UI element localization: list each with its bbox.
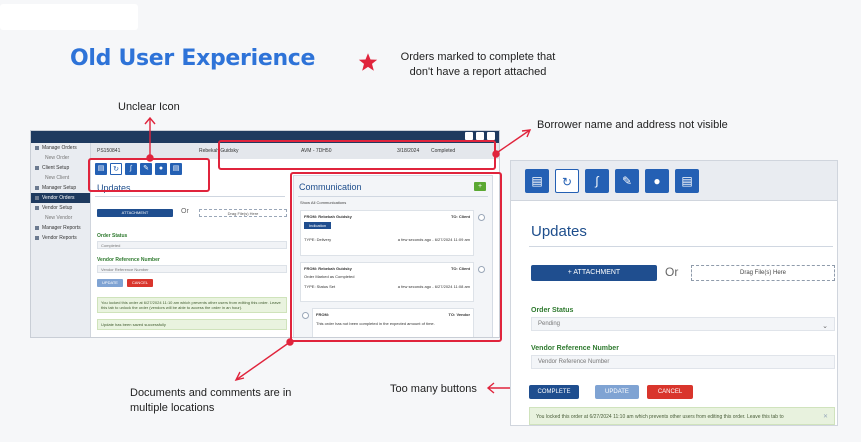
chevron-down-icon: ⌄ bbox=[822, 323, 828, 330]
wrench-icon bbox=[35, 206, 39, 210]
drop-zone[interactable]: Drag File(s) Here bbox=[199, 209, 287, 217]
tool-icon-row: ▤ ↻ ∫ ✎ ● ▤ bbox=[511, 161, 837, 201]
sidebar-item-client-setup[interactable]: Client Setup bbox=[31, 163, 90, 173]
cancel-button[interactable]: CANCEL bbox=[647, 385, 693, 399]
attachment-button[interactable]: + ATTACHMENT bbox=[531, 265, 657, 281]
lock-notice: You locked this order at 6/27/2024 11:10… bbox=[529, 407, 835, 425]
close-icon[interactable]: ✕ bbox=[823, 413, 828, 420]
or-label: Or bbox=[181, 208, 189, 215]
attachment-icon[interactable]: ∫ bbox=[585, 169, 609, 193]
document-icon[interactable]: ▤ bbox=[525, 169, 549, 193]
order-status-select[interactable]: Completed bbox=[97, 241, 287, 249]
order-status-label: Order Status bbox=[531, 307, 574, 314]
cancel-button[interactable]: CANCEL bbox=[127, 279, 153, 287]
annotation-unclear-icon: Unclear Icon bbox=[118, 101, 180, 113]
top-nav-actions bbox=[465, 132, 495, 140]
top-tab bbox=[0, 4, 138, 30]
or-label: Or bbox=[665, 265, 679, 279]
update-button[interactable]: UPDATE bbox=[97, 279, 123, 287]
list-icon bbox=[35, 146, 39, 150]
sidebar-item-manager-reports[interactable]: Manager Reports bbox=[31, 223, 90, 233]
star-note: Orders marked to complete that don't hav… bbox=[400, 51, 556, 78]
help-icon[interactable] bbox=[476, 132, 484, 140]
zoomed-updates-screenshot: ▤ ↻ ∫ ✎ ● ▤ Updates + ATTACHMENT Or Drag… bbox=[510, 160, 838, 426]
list-icon bbox=[35, 196, 39, 200]
order-status-select[interactable]: Pending ⌄ bbox=[531, 317, 835, 331]
success-notice: Update has been saved successfully bbox=[97, 319, 287, 330]
sidebar-item-vendor-reports[interactable]: Vendor Reports bbox=[31, 233, 90, 243]
report-icon bbox=[35, 236, 39, 240]
vendor-ref-input[interactable]: Vendor Reference Number bbox=[97, 265, 287, 273]
annotation-borrower: Borrower name and address not visible bbox=[537, 119, 728, 131]
divider bbox=[529, 246, 833, 247]
sidebar-item-vendor-setup[interactable]: Vendor Setup bbox=[31, 203, 90, 213]
notes-icon[interactable]: ▤ bbox=[675, 169, 699, 193]
sidebar-item-manager-setup[interactable]: Manager Setup bbox=[31, 183, 90, 193]
vendor-ref-label: Vendor Reference Number bbox=[531, 345, 619, 352]
edit-icon[interactable]: ✎ bbox=[615, 169, 639, 193]
update-button[interactable]: UPDATE bbox=[595, 385, 639, 399]
sidebar-item-new-order[interactable]: New Order bbox=[31, 153, 90, 163]
highlight-communication bbox=[290, 172, 502, 342]
order-number: PS150841 bbox=[97, 148, 121, 154]
sidebar: Manage Orders New Order Client Setup New… bbox=[31, 143, 91, 337]
refresh-icon[interactable]: ↻ bbox=[555, 169, 579, 193]
sidebar-item-vendor-orders[interactable]: Vendor Orders bbox=[31, 193, 90, 203]
annotation-too-many-buttons: Too many buttons bbox=[390, 383, 477, 395]
report-icon bbox=[35, 226, 39, 230]
sidebar-item-new-vendor[interactable]: New Vendor bbox=[31, 213, 90, 223]
print-icon[interactable] bbox=[465, 132, 473, 140]
page-title: Old User Experience bbox=[70, 46, 316, 71]
highlight-info-bar bbox=[218, 140, 496, 170]
complete-button[interactable]: COMPLETE bbox=[529, 385, 579, 399]
user-icon bbox=[35, 186, 39, 190]
logout-icon[interactable] bbox=[487, 132, 495, 140]
attachment-button[interactable]: ATTACHMENT bbox=[97, 209, 173, 217]
highlight-icon-row bbox=[88, 158, 210, 192]
star-icon bbox=[358, 53, 378, 71]
divider bbox=[95, 196, 285, 197]
sidebar-item-manage-orders[interactable]: Manage Orders bbox=[31, 143, 90, 153]
users-icon bbox=[35, 166, 39, 170]
order-status-label: Order Status bbox=[97, 233, 128, 239]
location-pin-icon[interactable]: ● bbox=[645, 169, 669, 193]
sidebar-item-new-client[interactable]: New Client bbox=[31, 173, 90, 183]
updates-title: Updates bbox=[531, 223, 587, 240]
vendor-ref-label: Vendor Reference Number bbox=[97, 257, 160, 263]
lock-notice: You locked this order at 6/27/2024 11:10… bbox=[97, 297, 287, 313]
drop-zone[interactable]: Drag File(s) Here bbox=[691, 265, 835, 281]
annotation-documents: Documents and comments are in multiple l… bbox=[130, 387, 292, 414]
vendor-ref-input[interactable]: Vendor Reference Number bbox=[531, 355, 835, 369]
